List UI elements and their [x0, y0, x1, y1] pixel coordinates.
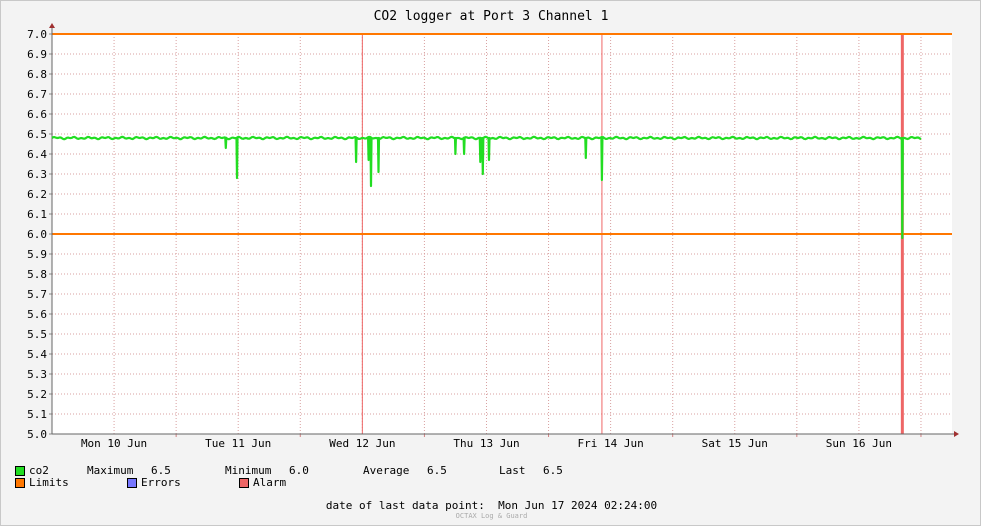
errors-swatch	[127, 477, 137, 488]
y-tick-label: 7.0	[27, 28, 47, 41]
alarm-swatch	[239, 477, 249, 488]
legend-average-value: 6.5	[427, 464, 447, 477]
legend-limits-label: Limits	[29, 476, 69, 489]
last-data-point-line: date of last data point: Mon Jun 17 2024…	[1, 499, 981, 512]
last-data-point-label: date of last data point:	[325, 499, 485, 512]
y-tick-label: 5.9	[27, 248, 47, 261]
y-tick-label: 6.8	[27, 68, 47, 81]
x-tick-label: Sun 16 Jun	[826, 437, 892, 450]
last-data-point-value: Mon Jun 17 2024 02:24:00	[498, 499, 658, 512]
y-tick-label: 6.1	[27, 208, 47, 221]
y-tick-label: 6.2	[27, 188, 47, 201]
chart-frame: CO2 logger at Port 3 Channel 1 5.0 5.1 5.2…	[0, 0, 981, 526]
x-tick-label: Tue 11 Jun	[205, 437, 271, 450]
plot-area: 5.0 5.1 5.2 5.3 5.4 5.5 5.6 5.7 5.8 5.9 6.0 6.1 6.2 6…	[27, 23, 959, 450]
x-tick-label: Wed 12 Jun	[329, 437, 395, 450]
chart-title: CO2 logger at Port 3 Channel 1	[374, 9, 609, 24]
legend-alarm-label: Alarm	[253, 476, 287, 489]
y-tick-label: 5.2	[27, 388, 47, 401]
co2-swatch	[15, 465, 25, 476]
y-tick-label: 5.0	[27, 428, 47, 441]
legend-last-label: Last	[499, 464, 526, 477]
y-tick-label: 6.5	[27, 128, 47, 141]
y-tick-label: 5.1	[27, 408, 47, 421]
y-tick-label: 6.4	[27, 148, 47, 161]
legend-row-keys: Limits Errors Alarm	[15, 476, 286, 489]
y-tick-label: 5.3	[27, 368, 47, 381]
y-tick-label: 5.6	[27, 308, 47, 321]
y-axis-arrow	[49, 23, 55, 28]
legend-last-value: 6.5	[543, 464, 563, 477]
legend-errors-label: Errors	[141, 476, 181, 489]
y-tick-label: 5.5	[27, 328, 47, 341]
y-tick-label: 6.0	[27, 228, 47, 241]
chart-svg: CO2 logger at Port 3 Channel 1 5.0 5.1 5.2…	[27, 9, 959, 450]
y-tick-label: 6.6	[27, 108, 47, 121]
y-tick-label: 5.8	[27, 268, 47, 281]
x-tick-label: Thu 13 Jun	[453, 437, 519, 450]
legend-minimum-value: 6.0	[289, 464, 309, 477]
credit-text: OCTAX Log & Guard	[455, 512, 528, 520]
x-tick-label: Fri 14 Jun	[578, 437, 644, 450]
x-tick-label: Sat 15 Jun	[702, 437, 768, 450]
limits-swatch	[15, 477, 25, 488]
x-tick-label: Mon 10 Jun	[81, 437, 147, 450]
x-axis-arrow	[954, 431, 959, 437]
legend-average-label: Average	[363, 464, 410, 477]
y-tick-label: 6.3	[27, 168, 47, 181]
y-tick-label: 6.7	[27, 88, 47, 101]
y-tick-label: 6.9	[27, 48, 47, 61]
y-tick-label: 5.7	[27, 288, 47, 301]
y-tick-label: 5.4	[27, 348, 47, 361]
